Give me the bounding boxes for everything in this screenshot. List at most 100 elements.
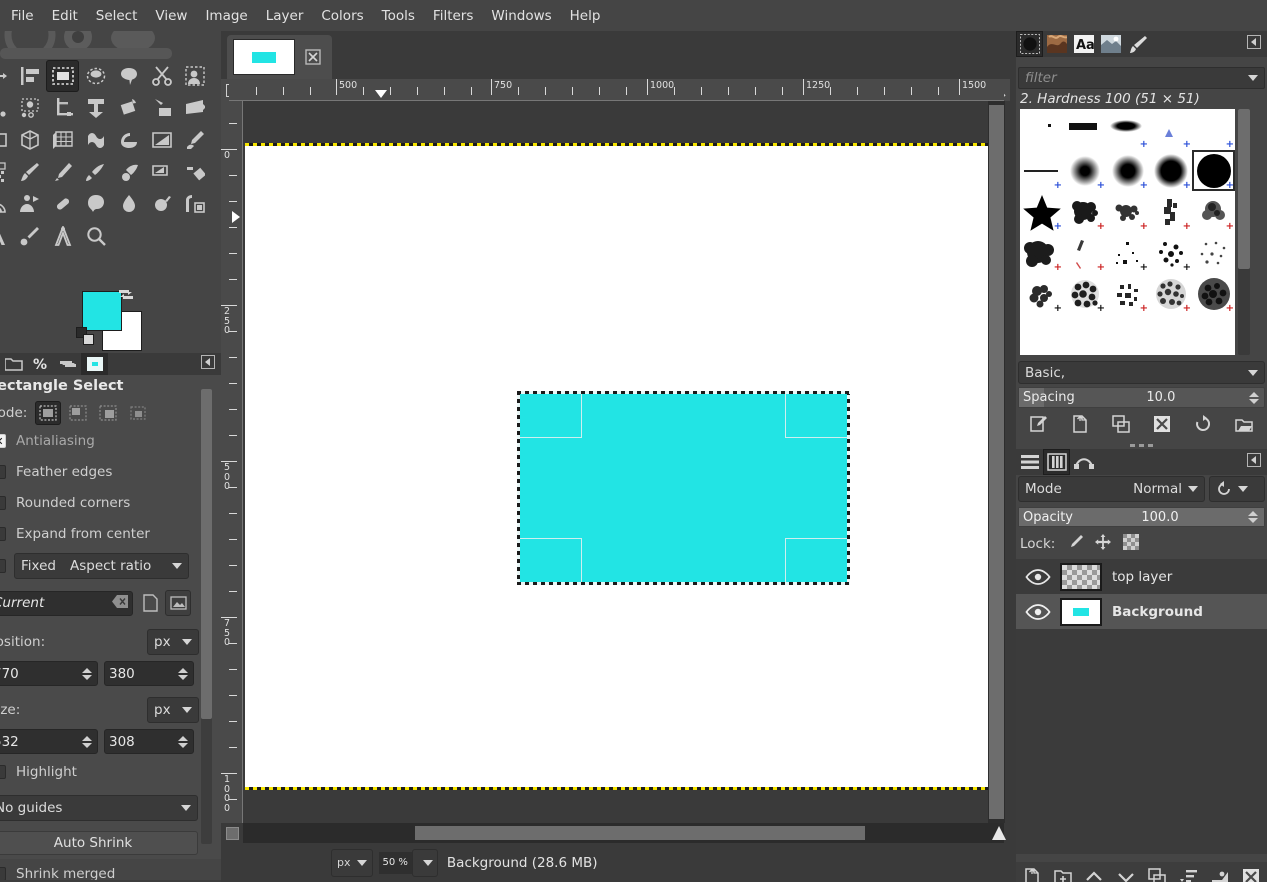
lock-pixels-button[interactable] [1067,534,1084,554]
measure-tool[interactable] [46,220,79,252]
heal-tool[interactable] [0,188,13,220]
shrink-merged-checkbox[interactable] [0,867,6,881]
menu-select[interactable]: Select [87,5,147,27]
layer-mode-combo[interactable]: Mode Normal [1018,476,1205,502]
layers-dock-menu-arrow-icon[interactable] [1247,453,1261,471]
brush-spacing-slider[interactable]: Spacing 10.0 [1018,387,1265,408]
rectangle-select-tool[interactable] [46,60,79,92]
menu-view[interactable]: View [146,5,196,27]
size-height-input[interactable]: 308 [104,729,194,754]
move-tool[interactable] [0,60,13,92]
smudge-tool[interactable] [79,188,112,220]
aspect-ratio-entry[interactable]: Current [0,590,133,616]
guides-combo[interactable]: No guides [0,795,198,821]
delete-brush-button[interactable] [1153,415,1171,437]
add-to-selection-button[interactable] [65,401,91,425]
menu-image[interactable]: Image [196,5,256,27]
canvas[interactable] [243,101,1004,823]
size-width-input[interactable]: 532 [0,729,98,754]
menu-windows[interactable]: Windows [482,5,560,27]
clear-ratio-icon[interactable] [112,594,128,612]
paintbrush-tool[interactable] [13,156,46,188]
chevron-down-icon[interactable] [1248,75,1258,81]
pencil-tool[interactable] [178,124,211,156]
status-unit-combo[interactable]: px [331,848,373,877]
subtract-from-selection-button[interactable] [95,401,121,425]
perspective-tool[interactable] [178,92,211,124]
brush-chalk[interactable]: + [1063,232,1106,273]
layer-list[interactable]: top layer Background [1016,559,1267,854]
brush-sparks-03[interactable] [1192,232,1235,273]
brush-soft-medium[interactable]: + [1106,150,1149,191]
duplicate-brush-button[interactable] [1112,414,1130,437]
color-picker-tool[interactable] [13,220,46,252]
text-tool[interactable] [0,220,13,252]
unified-transform-tool[interactable] [79,92,112,124]
delete-layer-button[interactable] [1242,868,1260,882]
highlight-checkbox[interactable] [0,765,6,779]
brush-grunge-01[interactable]: + [1020,273,1063,314]
ellipse-select-tool[interactable] [79,60,112,92]
menu-colors[interactable]: Colors [312,5,372,27]
duplicate-layer-button[interactable] [1148,867,1166,882]
tool-options-scrollbar[interactable] [201,389,212,844]
brushes-dock-menu-arrow-icon[interactable] [1247,35,1261,53]
refresh-brushes-button[interactable] [1194,414,1212,437]
handle-transform-tool[interactable] [13,124,46,156]
canvas-vertical-scrollbar[interactable] [988,101,1005,823]
raise-layer-button[interactable] [1085,868,1103,882]
layer-row-background[interactable]: Background [1016,594,1267,629]
brush-block-01[interactable] [1063,109,1106,150]
images-tab[interactable] [81,353,108,375]
brush-hardness-100[interactable]: + [1192,150,1235,191]
position-y-input[interactable]: 380 [104,661,194,686]
gradient-tool[interactable] [145,124,178,156]
bucket-pattern-tool[interactable] [0,156,13,188]
new-brush-button[interactable] [1071,414,1089,437]
crop-tool[interactable] [46,92,79,124]
foreground-select-tool[interactable] [178,60,211,92]
brush-soft-large[interactable]: + [1149,150,1192,191]
shear-tool[interactable] [145,92,178,124]
layer-mode-switch-button[interactable] [1209,476,1265,502]
brush-sparks-01[interactable]: + [1106,232,1149,273]
position-y-stepper[interactable] [176,663,189,684]
patterns-tab[interactable] [1043,31,1070,57]
blur-sharpen-tool[interactable] [46,188,79,220]
menu-tools[interactable]: Tools [373,5,424,27]
ink-tool[interactable] [46,156,79,188]
rotate-tool[interactable] [112,92,145,124]
flip-tool[interactable] [0,124,13,156]
portrait-orientation-button[interactable] [139,592,161,614]
tool-options-tab[interactable] [0,353,27,375]
position-x-input[interactable]: 770 [0,661,98,686]
brush-star[interactable]: + [1020,191,1063,232]
brush-pixel[interactable] [1020,109,1063,150]
open-brush-as-image-button[interactable] [1235,415,1254,437]
paths-tab[interactable] [1070,449,1097,475]
lock-position-button[interactable] [1095,534,1112,554]
scissors-select-tool[interactable] [145,60,178,92]
navigation-preview-button[interactable] [988,823,1010,843]
fixed-checkbox[interactable] [0,559,6,573]
close-icon[interactable] [303,47,323,67]
brush-sparks-02[interactable]: + [1149,232,1192,273]
brush-grid-scrollbar[interactable] [1238,109,1250,355]
layer-opacity-slider[interactable]: Opacity 100.0 [1018,507,1265,527]
image-tab-1[interactable] [227,35,332,79]
eraser-tool[interactable] [112,156,145,188]
position-x-stepper[interactable] [80,663,93,684]
layer-row-top-layer[interactable]: top layer [1016,559,1267,594]
default-colors-icon[interactable] [76,327,95,346]
zoom-tool[interactable] [79,220,112,252]
spacing-stepper[interactable] [1247,387,1260,408]
vertical-ruler[interactable]: 0 250 500 750 1000 [221,101,243,823]
dodge-burn-tool[interactable] [112,188,145,220]
brush-hardness-025[interactable]: + [1106,109,1149,150]
gegl-operation-tool[interactable] [178,188,211,220]
brush-filter-input[interactable]: filter [1018,67,1265,89]
lower-layer-button[interactable] [1117,868,1135,882]
replace-selection-button[interactable] [35,401,62,425]
ink-blob-tool[interactable] [145,188,178,220]
brush-acrylic-04[interactable]: + [1192,191,1235,232]
